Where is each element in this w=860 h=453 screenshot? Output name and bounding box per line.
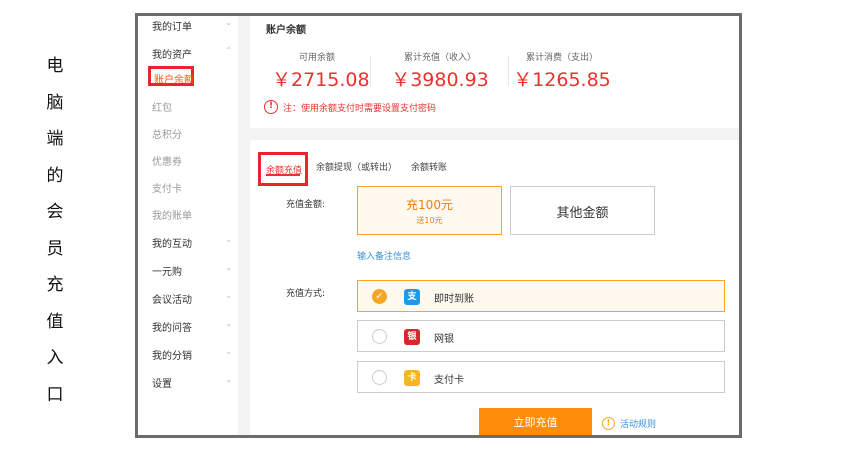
- amount-option-100[interactable]: 充100元 送10元: [357, 186, 502, 235]
- activity-rules-link[interactable]: ! 活动规则: [602, 417, 656, 430]
- chevron-down-icon: ⌄: [225, 235, 232, 244]
- recharge-submit-button[interactable]: 立即充值: [479, 408, 592, 435]
- warning-icon: !: [264, 100, 278, 114]
- vertical-caption: 电 脑 端 的 会 员 充 值 入 口: [40, 48, 70, 413]
- caption-char: 端: [46, 129, 64, 149]
- caption-char: 的: [46, 165, 64, 186]
- sidebar-item-orders[interactable]: 我的订单 ⌄: [152, 18, 234, 33]
- total-spent: 累计消费（支出） ￥1265.85: [513, 53, 611, 91]
- card-icon: 卡: [404, 370, 420, 386]
- caption-char: 脑: [46, 92, 64, 113]
- sidebar-item-settings[interactable]: 设置 ⌄: [152, 375, 234, 390]
- payment-method-paycard[interactable]: 卡 支付卡: [357, 361, 725, 393]
- sidebar-item-onebuy[interactable]: 一元购 ⌄: [152, 263, 234, 278]
- sidebar-item-coupons[interactable]: 优惠券: [152, 153, 234, 168]
- chevron-up-icon: ⌃: [225, 46, 232, 55]
- caption-char: 充: [46, 275, 64, 295]
- radio-icon[interactable]: [372, 370, 387, 385]
- sidebar-item-points[interactable]: 总积分: [152, 126, 234, 141]
- sidebar-item-interaction[interactable]: 我的互动 ⌄: [152, 235, 234, 250]
- info-icon: !: [602, 417, 615, 430]
- caption-char: 员: [46, 238, 64, 259]
- caption-char: 口: [46, 384, 64, 405]
- payment-method-instant[interactable]: ✓ 支 即时到账: [357, 280, 725, 312]
- caption-char: 值: [46, 311, 64, 332]
- caption-char: 入: [46, 348, 64, 368]
- add-note-link[interactable]: 输入备注信息: [357, 249, 411, 262]
- chevron-down-icon: ⌄: [225, 263, 232, 272]
- sidebar-item-qa[interactable]: 我的问答 ⌄: [152, 319, 234, 334]
- chevron-down-icon: ⌄: [225, 319, 232, 328]
- recharge-card: 余额充值 余额提现（或转出） 余额转账 充值金额: 充100元 送10元 其他金…: [250, 140, 739, 435]
- payment-password-notice: ! 注：使用余额支付时需要设置支付密码: [264, 100, 436, 114]
- sidebar-item-balance[interactable]: 账户余额: [148, 66, 194, 86]
- balance-title: 账户余额: [266, 25, 306, 36]
- chevron-down-icon: ⌄: [225, 18, 232, 27]
- sidebar-item-bills[interactable]: 我的账单: [152, 207, 234, 222]
- chevron-down-icon: ⌄: [225, 347, 232, 356]
- sidebar-item-paycard[interactable]: 支付卡: [152, 180, 234, 195]
- payment-method-netbank[interactable]: 银 网银: [357, 320, 725, 352]
- chevron-down-icon: ⌄: [225, 375, 232, 384]
- amount-label: 充值金额:: [286, 200, 326, 210]
- tab-recharge[interactable]: 余额充值: [258, 152, 308, 186]
- available-balance: 可用余额 ￥2715.08: [272, 53, 370, 91]
- balance-card: 账户余额 可用余额 ￥2715.08 累计充值（收入） ￥3980.93 累计消…: [250, 16, 739, 128]
- tab-withdraw[interactable]: 余额提现（或转出）: [316, 160, 397, 173]
- divider: [370, 56, 371, 86]
- caption-char: 电: [46, 56, 64, 76]
- sidebar-item-meetings[interactable]: 会议活动 ⌄: [152, 291, 234, 306]
- total-recharged: 累计充值（收入） ￥3980.93: [391, 53, 489, 91]
- alipay-icon: 支: [404, 289, 420, 305]
- amount-option-other[interactable]: 其他金额: [510, 186, 655, 235]
- sidebar: 我的订单 ⌄ 我的资产 ⌃ 账户余额 红包 总积分 优惠券 支付卡 我的账单 我的互…: [138, 16, 238, 435]
- sidebar-item-redpacket[interactable]: 红包: [152, 99, 234, 114]
- caption-char: 会: [46, 202, 64, 222]
- unionpay-icon: 银: [404, 329, 420, 345]
- chevron-down-icon: ⌄: [225, 291, 232, 300]
- sidebar-item-assets[interactable]: 我的资产 ⌃: [152, 46, 234, 61]
- tab-transfer[interactable]: 余额转账: [411, 160, 447, 173]
- method-label: 充值方式:: [286, 289, 326, 299]
- sidebar-item-distribution[interactable]: 我的分销 ⌄: [152, 347, 234, 362]
- radio-icon[interactable]: [372, 329, 387, 344]
- radio-checked-icon[interactable]: ✓: [372, 289, 387, 304]
- screenshot-frame: 我的订单 ⌄ 我的资产 ⌃ 账户余额 红包 总积分 优惠券 支付卡 我的账单 我的互…: [135, 13, 742, 438]
